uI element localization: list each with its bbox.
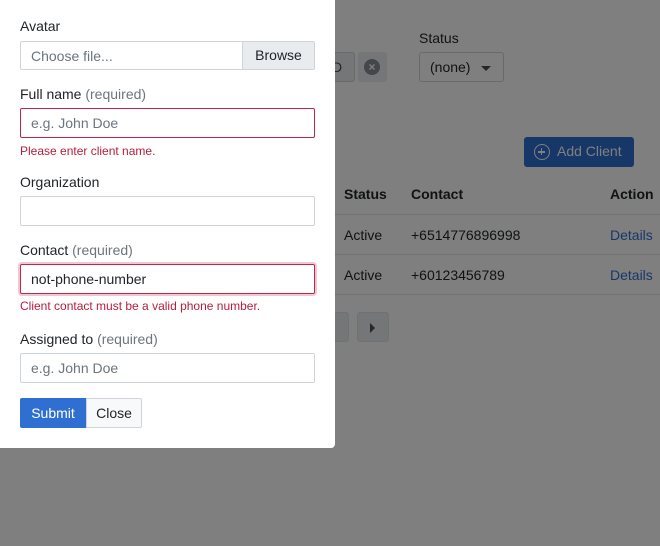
required-marker: (required) [72, 242, 133, 258]
full-name-label: Full name (required) [20, 86, 146, 102]
add-client-modal: Avatar Choose file... Browse Full name (… [0, 0, 335, 448]
organization-label: Organization [20, 174, 100, 190]
organization-input[interactable] [20, 196, 315, 226]
avatar-label: Avatar [20, 18, 61, 34]
contact-error: Client contact must be a valid phone num… [20, 299, 261, 313]
avatar-file-input[interactable]: Choose file... Browse [20, 41, 315, 70]
required-marker: (required) [85, 86, 147, 102]
assigned-to-label: Assigned to (required) [20, 331, 158, 347]
contact-input[interactable] [20, 264, 315, 294]
browse-button[interactable]: Browse [242, 42, 314, 69]
assigned-to-label-text: Assigned to [20, 331, 94, 347]
full-name-input[interactable] [20, 108, 315, 138]
contact-label-text: Contact [20, 242, 69, 258]
contact-label: Contact (required) [20, 242, 133, 258]
submit-button[interactable]: Submit [20, 398, 86, 428]
assigned-to-input[interactable] [20, 353, 315, 383]
close-button[interactable]: Close [86, 398, 142, 428]
full-name-label-text: Full name [20, 86, 82, 102]
file-placeholder: Choose file... [31, 48, 113, 64]
required-marker: (required) [97, 331, 158, 347]
full-name-error: Please enter client name. [20, 144, 156, 158]
